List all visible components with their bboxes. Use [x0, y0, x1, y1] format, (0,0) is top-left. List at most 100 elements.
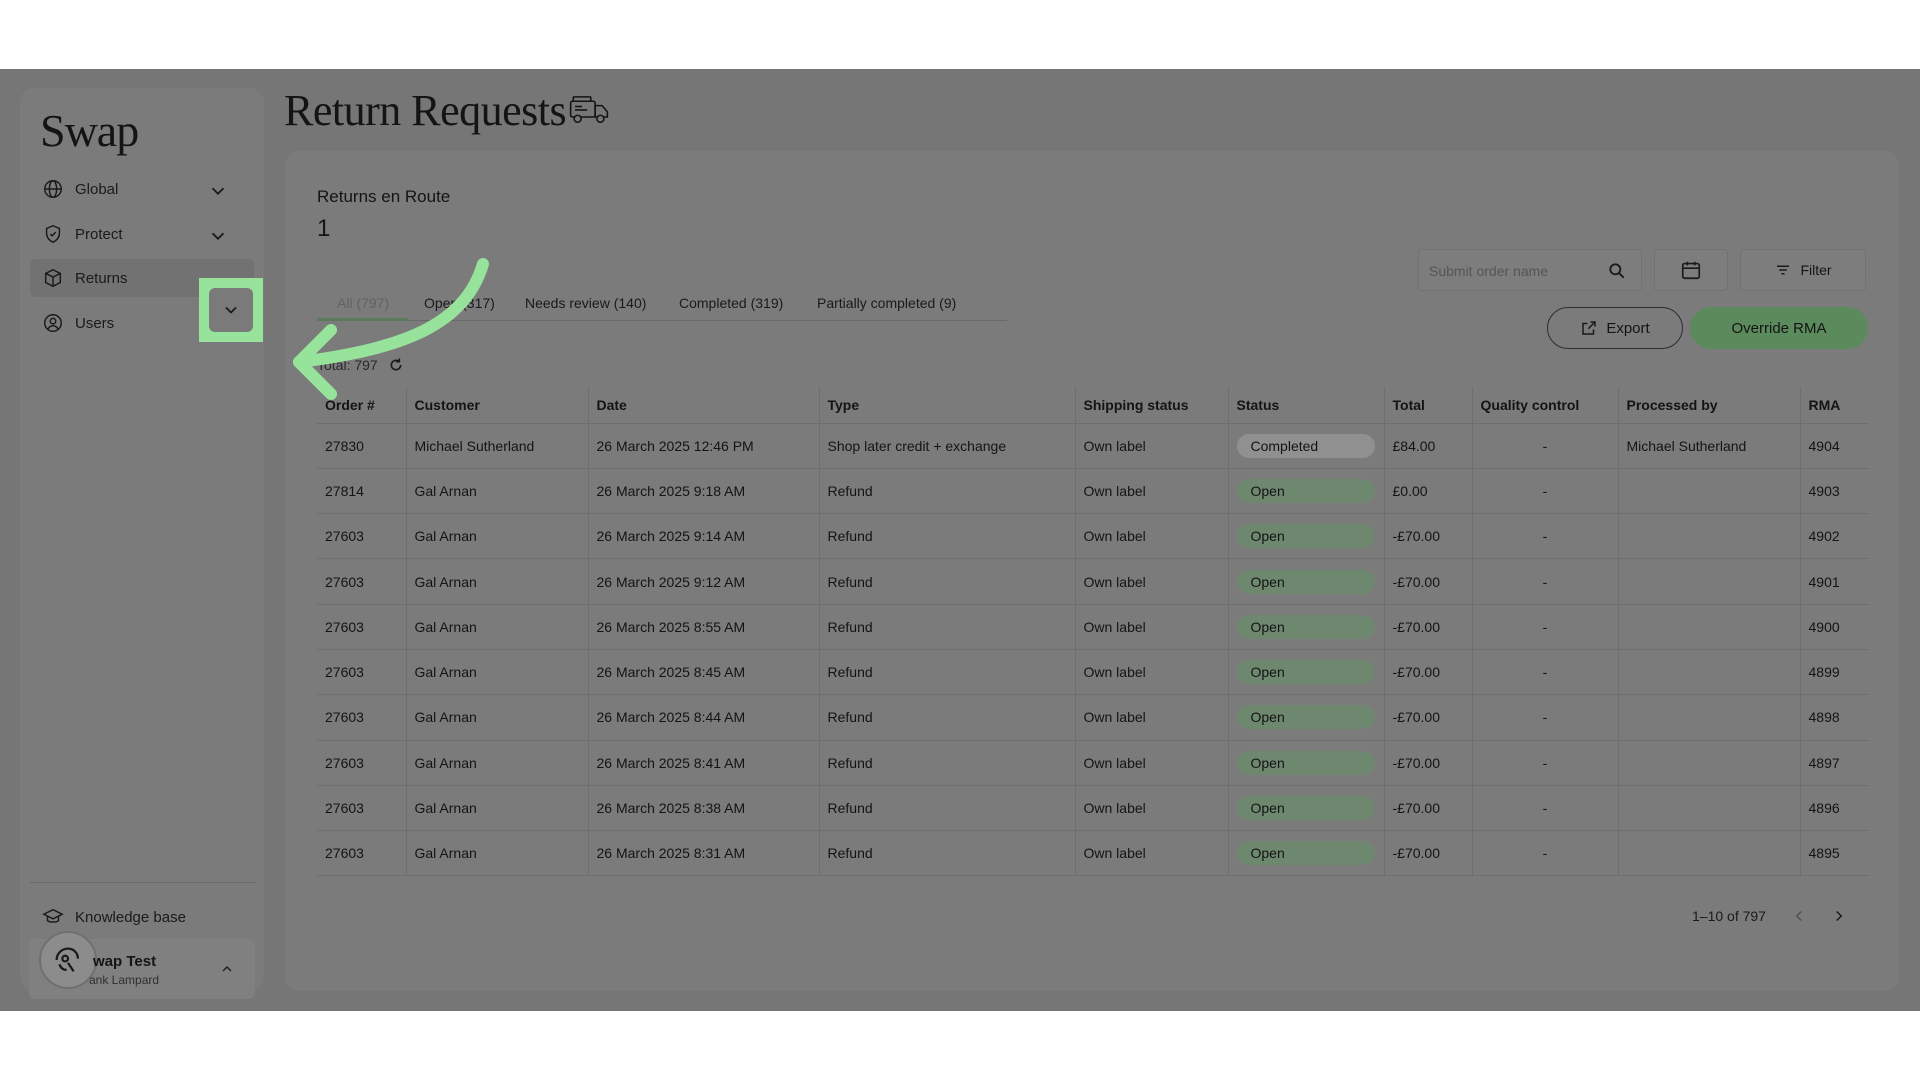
cell-status: Open	[1227, 739, 1385, 786]
cell-rma: 4901	[1799, 558, 1869, 605]
status-badge: Open	[1236, 796, 1375, 821]
sidebar-item-label: Global	[75, 180, 119, 198]
user-circle-icon	[44, 314, 62, 332]
cell-quality-control: -	[1471, 558, 1619, 605]
cell-order: 27603	[317, 648, 407, 696]
cell-order: 27603	[317, 558, 407, 605]
cell-type: Shop later credit + exchange	[818, 422, 1076, 469]
cell-customer: Michael Sutherland	[405, 422, 589, 469]
annotation-arrow-icon	[293, 258, 489, 400]
cell-rma: 4895	[1799, 830, 1869, 877]
user-menu[interactable]: wap Test ank Lampard	[29, 931, 255, 999]
tab-completed[interactable]: Completed (319)	[679, 295, 783, 311]
column-header-processed-by[interactable]: Processed by	[1617, 387, 1801, 424]
table-row[interactable]: 27603 Gal Arnan 26 March 2025 8:41 AM Refun…	[317, 739, 1869, 786]
returns-table: Order # Customer Date Type Shipping stat…	[317, 387, 1869, 877]
tab-partially-completed[interactable]: Partially completed (9)	[817, 295, 956, 311]
cell-type: Refund	[818, 830, 1076, 877]
cell-processed-by	[1617, 784, 1801, 832]
cell-total: -£70.00	[1383, 558, 1473, 605]
table-row[interactable]: 27603 Gal Arnan 26 March 2025 8:55 AM Refun…	[317, 603, 1869, 650]
column-header-shipping-status[interactable]: Shipping status	[1074, 387, 1229, 424]
cell-customer: Gal Arnan	[405, 830, 589, 877]
chevron-up-icon[interactable]	[219, 961, 235, 977]
table-row[interactable]: 27830 Michael Sutherland 26 March 2025 12:…	[317, 422, 1869, 469]
status-badge: Open	[1236, 705, 1375, 730]
sidebar-item-protect[interactable]: Protect	[30, 215, 254, 253]
knowledge-base-label: Knowledge base	[75, 908, 186, 926]
cell-processed-by	[1617, 648, 1801, 696]
cell-type: Refund	[818, 558, 1076, 605]
cell-quality-control: -	[1471, 467, 1619, 515]
pagination-label: 1–10 of 797	[1692, 908, 1766, 924]
tab-needs-review[interactable]: Needs review (140)	[525, 295, 646, 311]
cell-rma: 4904	[1799, 422, 1869, 469]
table-row[interactable]: 27603 Gal Arnan 26 March 2025 8:45 AM Refun…	[317, 648, 1869, 696]
cell-total: -£70.00	[1383, 648, 1473, 696]
cell-order: 27603	[317, 784, 407, 832]
column-header-status[interactable]: Status	[1227, 387, 1385, 424]
cell-rma: 4896	[1799, 784, 1869, 832]
table-row[interactable]: 27603 Gal Arnan 26 March 2025 8:31 AM Refun…	[317, 830, 1869, 877]
cell-shipping-status: Own label	[1074, 784, 1229, 832]
date-picker-button[interactable]	[1654, 249, 1728, 291]
highlight-box	[199, 278, 263, 342]
graduation-cap-icon	[42, 908, 64, 923]
cell-quality-control: -	[1471, 513, 1619, 560]
search-icon[interactable]	[1607, 261, 1627, 281]
cell-date: 26 March 2025 8:55 AM	[587, 603, 820, 650]
table-row[interactable]: 27603 Gal Arnan 26 March 2025 9:14 AM Refun…	[317, 513, 1869, 560]
chevron-down-icon[interactable]	[207, 180, 229, 202]
sidebar-item-global[interactable]: Global	[30, 170, 254, 208]
chevron-right-icon[interactable]	[1830, 907, 1848, 925]
cell-quality-control: -	[1471, 694, 1619, 741]
cell-customer: Gal Arnan	[405, 784, 589, 832]
sidebar-item-label: Returns	[75, 269, 128, 287]
status-badge: Open	[1236, 660, 1375, 685]
column-header-quality-control[interactable]: Quality control	[1471, 387, 1619, 424]
globe-icon	[44, 180, 62, 198]
search-input[interactable]	[1429, 260, 1599, 282]
table-row[interactable]: 27603 Gal Arnan 26 March 2025 8:44 AM Refun…	[317, 694, 1869, 741]
override-rma-button[interactable]: Override RMA	[1690, 307, 1868, 349]
export-label: Export	[1606, 319, 1650, 337]
cell-status: Completed	[1227, 422, 1385, 469]
cell-quality-control: -	[1471, 830, 1619, 877]
filter-button[interactable]: Filter	[1740, 249, 1866, 291]
cell-processed-by	[1617, 513, 1801, 560]
cell-processed-by	[1617, 467, 1801, 515]
chevron-down-icon[interactable]	[207, 225, 229, 247]
cell-shipping-status: Own label	[1074, 603, 1229, 650]
cell-order: 27603	[317, 513, 407, 560]
cell-date: 26 March 2025 9:12 AM	[587, 558, 820, 605]
column-header-total[interactable]: Total	[1383, 387, 1473, 424]
status-badge: Completed	[1236, 433, 1375, 458]
cell-customer: Gal Arnan	[405, 603, 589, 650]
cell-total: -£70.00	[1383, 784, 1473, 832]
cell-date: 26 March 2025 8:38 AM	[587, 784, 820, 832]
cell-shipping-status: Own label	[1074, 739, 1229, 786]
cell-date: 26 March 2025 8:45 AM	[587, 648, 820, 696]
export-button[interactable]: Export	[1547, 307, 1683, 349]
cell-shipping-status: Own label	[1074, 830, 1229, 877]
column-header-type[interactable]: Type	[818, 387, 1076, 424]
chevron-left-icon[interactable]	[1790, 907, 1808, 925]
column-header-rma[interactable]: RMA	[1799, 387, 1869, 424]
cell-type: Refund	[818, 739, 1076, 786]
sidebar-item-label: Users	[75, 314, 115, 332]
cell-total: £0.00	[1383, 467, 1473, 515]
status-badge: Open	[1236, 750, 1375, 775]
divider	[30, 882, 256, 883]
cell-processed-by	[1617, 830, 1801, 877]
table-row[interactable]: 27814 Gal Arnan 26 March 2025 9:18 AM Refun…	[317, 467, 1869, 515]
status-badge: Open	[1236, 478, 1375, 503]
table-row[interactable]: 27603 Gal Arnan 26 March 2025 8:38 AM Refun…	[317, 784, 1869, 832]
cell-total: -£70.00	[1383, 603, 1473, 650]
column-header-date[interactable]: Date	[587, 387, 820, 424]
table-row[interactable]: 27603 Gal Arnan 26 March 2025 9:12 AM Refun…	[317, 558, 1869, 605]
user-name: wap Test	[93, 953, 157, 970]
cell-processed-by: Michael Sutherland	[1617, 422, 1801, 469]
cell-type: Refund	[818, 467, 1076, 515]
returns-expand-button[interactable]	[209, 288, 253, 332]
logo: Swap	[40, 105, 139, 156]
